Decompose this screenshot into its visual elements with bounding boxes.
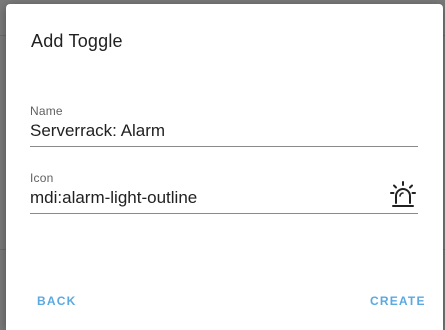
icon-field: Icon: [30, 171, 418, 215]
create-button[interactable]: CREATE: [370, 294, 426, 308]
icon-field-underline: [30, 213, 418, 214]
name-input[interactable]: [30, 120, 418, 142]
alarm-light-outline-icon: [390, 181, 416, 209]
name-field-underline: [30, 146, 418, 147]
icon-input[interactable]: [30, 187, 380, 209]
dialog-title: Add Toggle: [31, 31, 123, 51]
back-button[interactable]: BACK: [37, 294, 76, 308]
name-field: Name: [30, 104, 418, 148]
name-field-label: Name: [30, 104, 63, 118]
add-toggle-dialog: Add Toggle Name Icon: [6, 4, 443, 330]
icon-field-label: Icon: [30, 171, 54, 185]
